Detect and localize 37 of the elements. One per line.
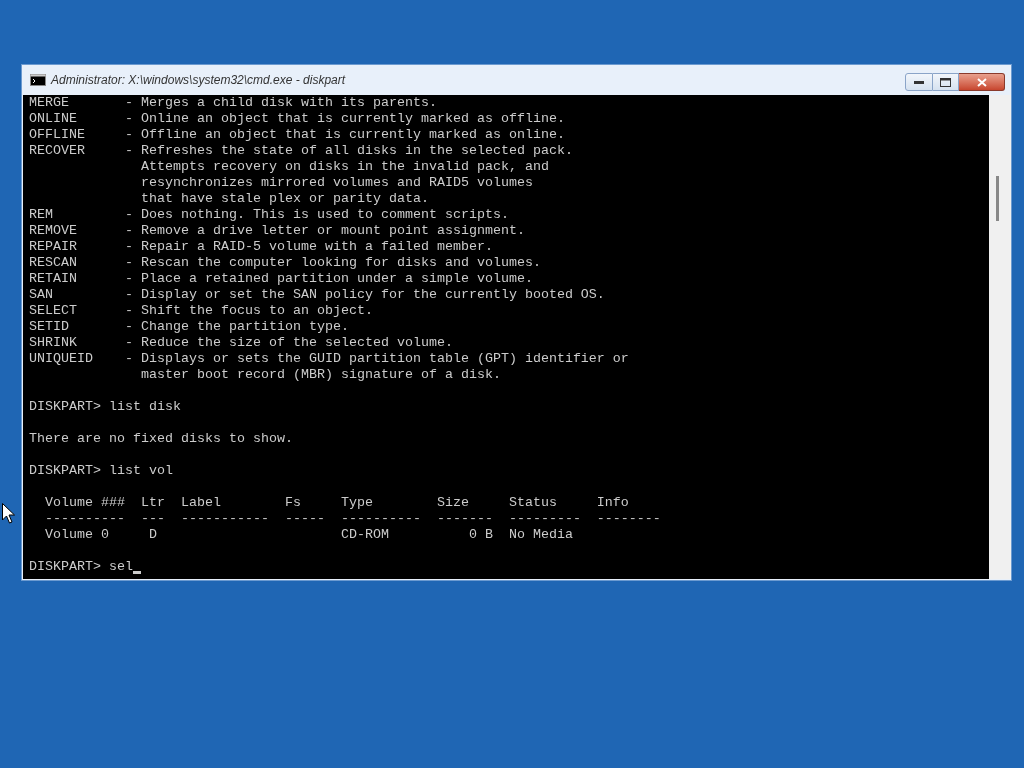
console-line: REPAIR - Repair a RAID-5 volume with a failed member. <box>29 239 493 255</box>
console-line: resynchronizes mirrored volumes and RAID5 volumes <box>139 175 533 191</box>
close-button[interactable] <box>959 73 1005 91</box>
mouse-pointer-icon <box>2 503 15 524</box>
console-line: that have stale plex or parity data. <box>139 191 429 207</box>
scrollbar-thumb[interactable] <box>996 176 999 221</box>
console-line: ---------- --- ----------- ----- ---------- ------- --------- -------- <box>44 511 661 527</box>
terminal-icon <box>30 74 46 86</box>
console-line: RETAIN - Place a retained partition under a simple volume. <box>29 271 533 287</box>
console-line: SETID - Change the partition type. <box>29 319 349 335</box>
window-title: Administrator: X:\windows\system32\cmd.exe - diskpart <box>51 72 346 89</box>
console-line: Volume 0 D CD-ROM 0 B No Media <box>44 527 573 543</box>
console-line: master boot record (MBR) signature of a disk. <box>139 367 501 383</box>
console-line: RECOVER - Refreshes the state of all disks in the selected pack. <box>29 143 573 159</box>
minimize-icon <box>914 80 924 84</box>
console-line: There are no fixed disks to show. <box>29 431 293 447</box>
console-line: DISKPART> sel <box>29 559 133 575</box>
console-line: Volume ### Ltr Label Fs Type Size Status Info <box>44 495 629 511</box>
close-icon <box>976 77 987 87</box>
console-line: SELECT - Shift the focus to an object. <box>29 303 373 319</box>
maximize-button[interactable] <box>933 73 959 91</box>
console-line: Attempts recovery on disks in the invalid pack, and <box>139 159 549 175</box>
console-line: SHRINK - Reduce the size of the selected volume. <box>29 335 453 351</box>
restore-icon <box>940 77 951 87</box>
console-line: ONLINE - Online an object that is currently marked as offline. <box>29 111 565 127</box>
console-line: MERGE - Merges a child disk with its parents. <box>29 95 437 111</box>
console-line: DISKPART> list disk <box>29 399 181 415</box>
console-line: UNIQUEID - Displays or sets the GUID partition table (GPT) identifier or <box>29 351 629 367</box>
console-line: DISKPART> list vol <box>29 463 173 479</box>
console-line: REM - Does nothing. This is used to comment scripts. <box>29 207 509 223</box>
minimize-button[interactable] <box>905 73 933 91</box>
text-cursor <box>133 571 141 574</box>
scrollbar[interactable] <box>989 95 1011 579</box>
console-line: OFFLINE - Offline an object that is currently marked as online. <box>29 127 565 143</box>
console-line: REMOVE - Remove a drive letter or mount point assignment. <box>29 223 525 239</box>
console-line: SAN - Display or set the SAN policy for the currently booted OS. <box>29 287 605 303</box>
console-line: RESCAN - Rescan the computer looking for disks and volumes. <box>29 255 541 271</box>
